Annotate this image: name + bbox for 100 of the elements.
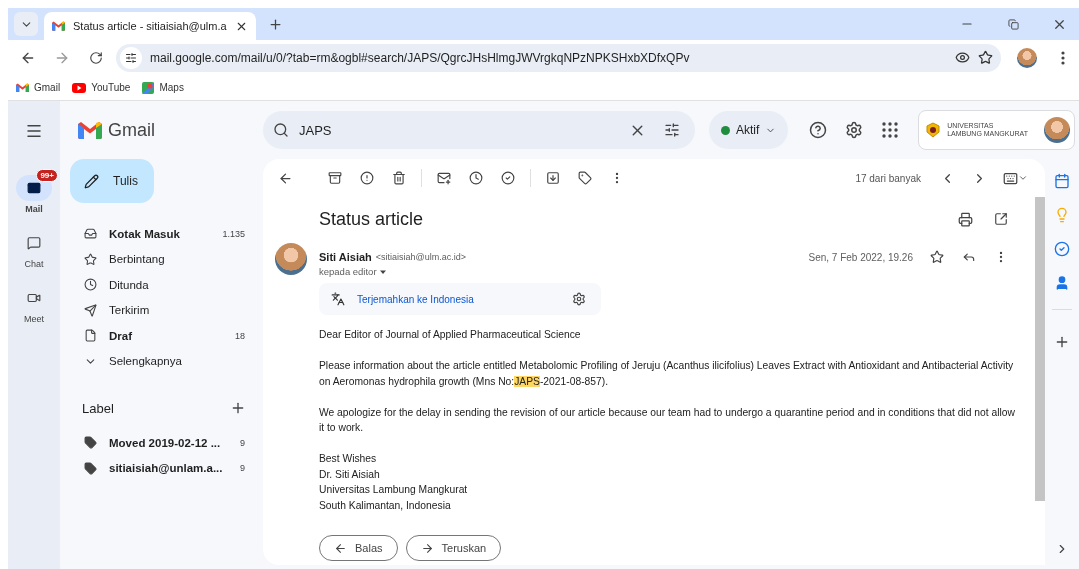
gmail-logo-icon — [78, 121, 102, 139]
email-paragraph: We apologize for the delay in sending the revision of our article because our team had to undergo a quarantine period and in conditions that did not allow it to work. — [319, 405, 1015, 435]
thread-position: 17 dari banyak — [855, 172, 921, 184]
folder-item[interactable]: Selengkapnya — [60, 348, 263, 374]
more-vertical-icon — [1061, 50, 1065, 65]
sender-email: <sitiaisiah@ulm.ac.id> — [375, 252, 466, 262]
archive-icon — [328, 171, 342, 185]
tag-icon — [578, 171, 592, 185]
check-circle-icon — [501, 171, 515, 185]
tag-icon — [84, 436, 97, 450]
file-icon — [84, 329, 97, 343]
tab-list-button[interactable] — [14, 12, 38, 36]
compose-button[interactable]: Tulis — [70, 159, 154, 203]
bookmark-link[interactable]: Maps — [142, 81, 184, 94]
menu-icon — [25, 122, 43, 140]
reload-icon — [89, 50, 103, 65]
reply-button[interactable]: Balas — [319, 535, 398, 561]
mail-plus-icon — [437, 171, 451, 185]
folder-item[interactable]: Ditunda — [60, 272, 263, 298]
tab-title: Status article - sitiaisiah@ulm.a — [73, 20, 227, 32]
rail-label: Chat — [24, 259, 44, 269]
restore-icon — [1007, 18, 1019, 30]
calendar-icon — [1054, 173, 1070, 189]
keyboard-icon — [1002, 170, 1018, 186]
tag-icon — [84, 461, 97, 475]
plus-icon — [268, 16, 284, 32]
chat-icon — [27, 236, 41, 250]
translate-icon — [331, 292, 345, 306]
star-icon — [978, 50, 993, 65]
email-subject: Status article — [319, 208, 425, 230]
url-text: mail.google.com/mail/u/0/?tab=rm&ogbl#search/JAPS/QgrcJHsHlmgJWVrgkqNPzNPKSHxbXDfxQPv — [150, 50, 691, 65]
rail-item[interactable]: Meet — [8, 277, 60, 324]
external-link-icon — [994, 212, 1008, 226]
translate-link[interactable]: Terjemahkan ke Indonesia — [357, 293, 557, 305]
sender-avatar — [275, 243, 307, 275]
gmail-logo-icon — [16, 82, 29, 93]
email-date: Sen, 7 Feb 2022, 19.26 — [808, 251, 913, 263]
lightbulb-icon — [1054, 207, 1070, 223]
bookmark-label: YouTube — [91, 82, 131, 93]
search-bar[interactable]: JAPS — [263, 111, 695, 149]
folder-item[interactable]: Terkirim — [60, 297, 263, 323]
check-circle-icon — [1054, 241, 1070, 257]
label-item[interactable]: sitiaisiah@unlam.a... 9 — [60, 455, 263, 481]
folder-item[interactable]: Kotak Masuk 1.135 — [60, 221, 263, 247]
label-count: 9 — [240, 463, 245, 474]
forward-button[interactable]: Teruskan — [405, 535, 502, 561]
help-icon — [809, 121, 828, 139]
folder-item[interactable]: Draf 18 — [60, 323, 263, 349]
sliders-icon — [663, 122, 680, 138]
reply-icon — [962, 250, 976, 264]
signature-line: Universitas Lambung Mangkurat — [319, 483, 469, 497]
site-settings-button[interactable] — [120, 46, 142, 69]
play-icon — [72, 82, 87, 93]
signature-line: South Kalimantan, Indonesia — [319, 498, 452, 513]
recipients-button[interactable]: kepada editor — [319, 266, 1015, 277]
settings-icon — [845, 121, 864, 139]
folder-count: 18 — [235, 330, 245, 341]
meet-icon — [27, 291, 41, 305]
scrollbar[interactable] — [1035, 197, 1045, 501]
unread-badge: 99+ — [36, 169, 58, 182]
rail-label: Mail — [25, 204, 43, 214]
arrow-right-icon — [420, 541, 434, 555]
plus-icon — [1054, 334, 1070, 350]
sliders-icon — [125, 51, 137, 64]
status-button[interactable]: Aktif — [708, 111, 789, 149]
search-field[interactable]: JAPS — [297, 121, 617, 139]
rail-item[interactable]: Chat — [8, 222, 60, 269]
profile-avatar[interactable] — [1017, 47, 1037, 68]
sender-name: Siti Aisiah — [319, 251, 372, 263]
alert-icon — [360, 171, 374, 185]
bookmark-label: Maps — [159, 82, 184, 93]
rail-item[interactable]: 99+ Mail — [8, 167, 60, 214]
search-icon — [273, 122, 289, 138]
bookmark-link[interactable]: Gmail — [16, 82, 61, 93]
folder-item[interactable]: Berbintang — [60, 246, 263, 272]
rail-label: Meet — [24, 314, 44, 324]
label-item[interactable]: Moved 2019-02-12 ... 9 — [60, 430, 263, 456]
signature-line: Best Wishes — [319, 452, 378, 466]
clock-icon — [84, 278, 97, 292]
trash-icon — [392, 171, 406, 185]
bookmark-link[interactable]: YouTube — [72, 82, 131, 93]
account-avatar[interactable] — [1044, 117, 1070, 143]
arrow-left-icon — [334, 541, 347, 555]
address-bar[interactable]: mail.google.com/mail/u/0/?tab=rm&ogbl#search/JAPS/QgrcJHsHlmgJWVrgkqNPzNPKSHxbXDfxQPv — [116, 43, 1001, 72]
pencil-icon — [84, 173, 99, 189]
section-heading: Label — [82, 400, 115, 416]
send-icon — [84, 303, 97, 317]
apps-grid-icon[interactable] — [882, 122, 899, 138]
settings-icon — [572, 292, 586, 306]
eye-icon — [955, 50, 970, 65]
plus-icon — [230, 400, 246, 416]
browser-tab[interactable]: Status article - sitiaisiah@ulm.a — [44, 12, 256, 40]
bookmark-label: Gmail — [34, 82, 61, 93]
star-icon — [84, 252, 97, 266]
mail-icon — [27, 181, 41, 195]
print-icon — [957, 211, 973, 227]
chevron-down-icon — [1017, 173, 1028, 183]
search-highlight: JAPS — [514, 375, 540, 387]
folder-count: 1.135 — [222, 228, 245, 239]
clock-icon — [469, 171, 483, 185]
